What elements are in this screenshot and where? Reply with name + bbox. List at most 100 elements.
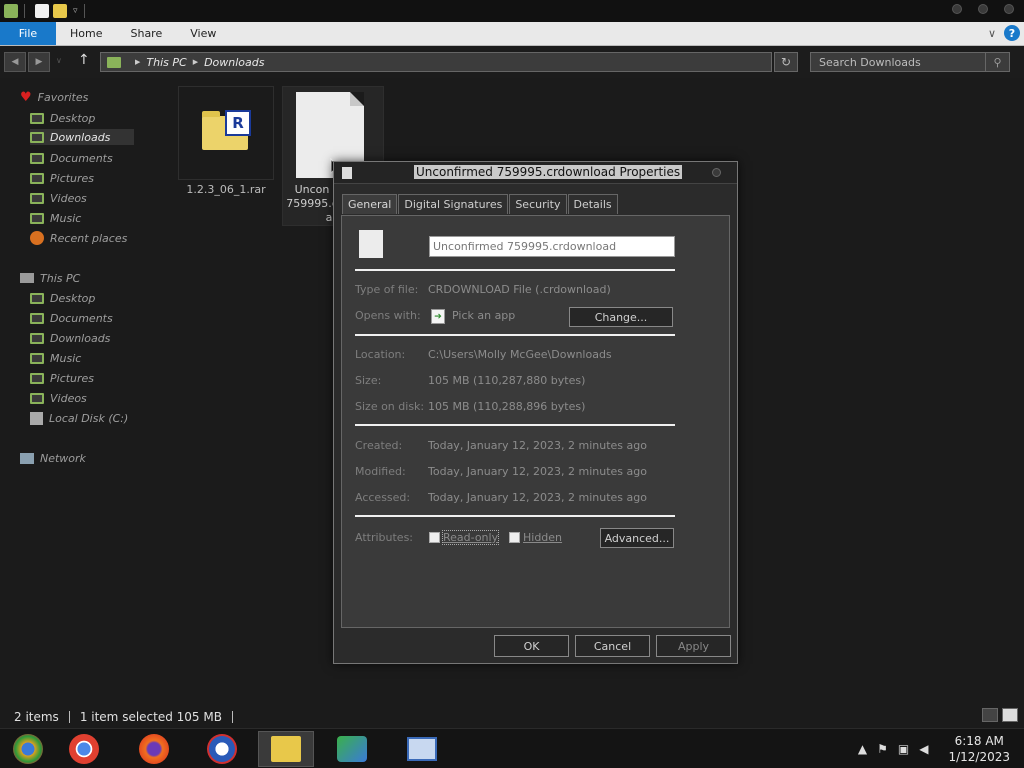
sidebar-item-downloads[interactable]: Downloads xyxy=(30,129,134,145)
status-bar: 2 items 1 item selected 105 MB xyxy=(0,706,1024,728)
taskbar-file-explorer[interactable] xyxy=(258,731,314,767)
sidebar-item-music[interactable]: Music xyxy=(30,210,81,226)
hidden-checkbox[interactable] xyxy=(509,532,520,543)
new-folder-icon[interactable] xyxy=(53,4,67,18)
sidebar-favorites[interactable]: ♥ Favorites xyxy=(20,90,88,105)
heart-icon: ♥ xyxy=(20,90,32,105)
size-on-disk-value: 105 MB (110,288,896 bytes) xyxy=(428,400,586,413)
large-icons-view-icon[interactable] xyxy=(1002,708,1018,722)
created-value: Today, January 12, 2023, 2 minutes ago xyxy=(428,439,647,452)
minimize-button[interactable] xyxy=(952,4,962,14)
details-view-icon[interactable] xyxy=(982,708,998,722)
tab-security[interactable]: Security xyxy=(509,194,567,214)
sidebar-item-documents[interactable]: Documents xyxy=(30,150,113,166)
sidebar-item-recent-places[interactable]: Recent places xyxy=(30,230,127,246)
properties-icon[interactable] xyxy=(35,4,49,18)
downloads-icon xyxy=(30,131,44,143)
videos-icon xyxy=(30,192,44,204)
sidebar-item-pc-pictures[interactable]: Pictures xyxy=(30,370,94,386)
desktop-icon xyxy=(30,112,44,124)
show-hidden-icons-icon[interactable]: ▲ xyxy=(858,742,867,756)
file-name-label[interactable]: 1.2.3_06_1.rar xyxy=(178,183,274,196)
sidebar-item-videos[interactable]: Videos xyxy=(30,190,87,206)
tab-general[interactable]: General xyxy=(342,194,398,214)
sidebar-this-pc[interactable]: This PC xyxy=(20,270,80,286)
tab-home[interactable]: Home xyxy=(56,22,116,45)
hidden-label[interactable]: Hidden xyxy=(523,531,562,544)
tab-details[interactable]: Details xyxy=(567,194,618,214)
help-icon[interactable]: ? xyxy=(1004,25,1020,41)
sidebar-item-pc-music[interactable]: Music xyxy=(30,350,81,366)
properties-dialog: Unconfirmed 759995.crdownload Properties… xyxy=(333,161,738,664)
up-arrow-icon[interactable]: ↑ xyxy=(78,52,90,68)
this-pc-icon xyxy=(107,56,121,68)
pictures-icon xyxy=(30,372,44,384)
taskbar-firefox[interactable] xyxy=(126,731,182,767)
customize-toolbar-icon[interactable]: ▿ xyxy=(73,6,78,16)
read-only-checkbox[interactable] xyxy=(429,532,440,543)
advanced-button[interactable]: Advanced... xyxy=(600,528,674,548)
taskbar-remote-desktop[interactable] xyxy=(394,731,450,767)
breadcrumb-downloads[interactable]: Downloads xyxy=(204,56,264,69)
divider xyxy=(355,269,675,271)
sidebar-item-label: Videos xyxy=(50,391,87,405)
filename-field[interactable] xyxy=(429,236,675,257)
tab-digital-signatures[interactable]: Digital Signatures xyxy=(398,194,509,214)
flag-icon[interactable]: ⚑ xyxy=(877,742,888,756)
opens-with-value: Pick an app xyxy=(452,309,516,322)
dialog-close-button[interactable] xyxy=(712,168,721,177)
sidebar-item-pc-downloads[interactable]: Downloads xyxy=(30,330,110,346)
sidebar-network[interactable]: Network xyxy=(20,450,86,466)
clock-date: 1/12/2023 xyxy=(948,750,1010,764)
tab-share[interactable]: Share xyxy=(116,22,176,45)
separator xyxy=(24,4,25,18)
maximize-button[interactable] xyxy=(978,4,988,14)
document-icon xyxy=(342,167,352,179)
apply-button[interactable]: Apply xyxy=(656,635,731,657)
expand-ribbon-icon[interactable]: ∨ xyxy=(988,27,996,40)
recent-locations-icon[interactable]: ∨ xyxy=(56,56,62,65)
forward-button[interactable]: ▶ xyxy=(28,52,50,72)
tab-file[interactable]: File xyxy=(0,22,56,45)
volume-icon[interactable]: ◀ xyxy=(919,742,928,756)
network-status-icon[interactable]: ▣ xyxy=(898,742,909,756)
refresh-icon[interactable]: ↻ xyxy=(774,52,798,72)
sidebar-item-local-disk[interactable]: Local Disk (C:) xyxy=(30,410,128,426)
size-on-disk-label: Size on disk: xyxy=(355,400,425,413)
clock[interactable]: 6:18 AM 1/12/2023 xyxy=(948,733,1010,765)
search-box[interactable]: ⚲ xyxy=(810,52,1010,72)
sidebar-item-pc-videos[interactable]: Videos xyxy=(30,390,87,406)
taskbar-network-users[interactable] xyxy=(324,731,380,767)
back-button[interactable]: ◀ xyxy=(4,52,26,72)
ok-button[interactable]: OK xyxy=(494,635,569,657)
breadcrumb-this-pc[interactable]: This PC xyxy=(146,56,186,69)
divider xyxy=(355,334,675,336)
search-input[interactable] xyxy=(811,55,983,69)
sidebar-item-pc-documents[interactable]: Documents xyxy=(30,310,113,326)
address-bar[interactable]: ▶ This PC ▶ Downloads xyxy=(100,52,772,72)
location-value: C:\Users\Molly McGee\Downloads xyxy=(428,348,612,361)
search-icon[interactable]: ⚲ xyxy=(985,53,1009,71)
taskbar-app[interactable] xyxy=(0,731,56,767)
cancel-button[interactable]: Cancel xyxy=(575,635,650,657)
sidebar-item-pc-desktop[interactable]: Desktop xyxy=(30,290,95,306)
taskbar-chrome[interactable] xyxy=(56,731,112,767)
obama-icon xyxy=(207,734,237,764)
close-button[interactable] xyxy=(1004,4,1014,14)
read-only-label[interactable]: Read-only xyxy=(441,530,500,545)
sidebar-item-desktop[interactable]: Desktop xyxy=(30,110,134,126)
downloads-icon xyxy=(30,332,44,344)
tab-view[interactable]: View xyxy=(176,22,230,45)
change-button[interactable]: Change... xyxy=(569,307,673,327)
file-explorer-icon xyxy=(271,736,301,762)
chrome-icon xyxy=(69,734,99,764)
sidebar-item-label: Pictures xyxy=(50,371,95,385)
taskbar-obama[interactable] xyxy=(194,731,250,767)
sidebar-item-pictures[interactable]: Pictures xyxy=(30,170,94,186)
sidebar-item-label: Documents xyxy=(50,311,113,325)
sidebar-item-label: This PC xyxy=(40,271,81,285)
chevron-right-icon[interactable]: ▶ xyxy=(193,58,198,66)
videos-icon xyxy=(30,392,44,404)
dialog-title-bar[interactable]: Unconfirmed 759995.crdownload Properties xyxy=(334,162,737,184)
chevron-right-icon[interactable]: ▶ xyxy=(135,58,140,66)
